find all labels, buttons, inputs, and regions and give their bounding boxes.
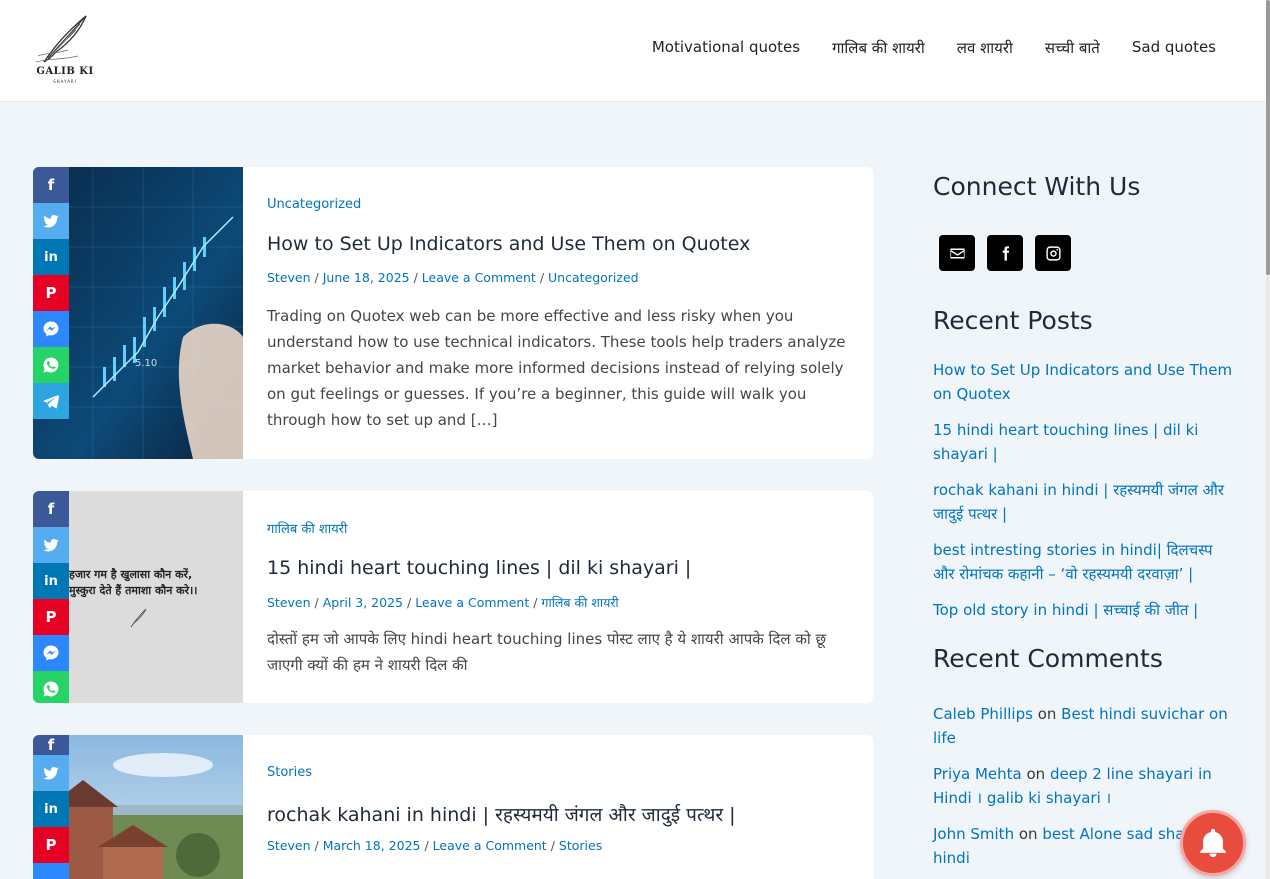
recent-post-link[interactable]: How to Set Up Indicators and Use Them on…: [933, 358, 1238, 406]
post-meta-category[interactable]: Uncategorized: [548, 270, 639, 285]
post-thumbnail[interactable]: f in P: [33, 735, 243, 879]
linkedin-share-icon[interactable]: in: [33, 791, 69, 827]
post-excerpt: Trading on Quotex web can be more effect…: [267, 307, 846, 429]
scrollbar-thumb[interactable]: [1266, 0, 1270, 275]
chart-value-label: 5.10: [135, 358, 157, 369]
post-title[interactable]: How to Set Up Indicators and Use Them on…: [267, 233, 750, 255]
post-date[interactable]: March 18, 2025: [323, 838, 421, 853]
nav-motivational-quotes[interactable]: Motivational quotes: [652, 38, 800, 58]
post-thumbnail[interactable]: हजार गम है खुलासा कौन करें, मुस्कुरा देत…: [33, 491, 243, 703]
post-card: हजार गम है खुलासा कौन करें, मुस्कुरा देत…: [33, 491, 873, 703]
leave-comment-link[interactable]: Leave a Comment: [433, 838, 547, 853]
twitter-share-icon[interactable]: [33, 203, 69, 239]
main-nav: Motivational quotes गालिब की शायरी लव शा…: [652, 38, 1216, 58]
messenger-share-icon[interactable]: [33, 311, 69, 347]
facebook-share-icon[interactable]: f: [33, 491, 69, 527]
logo-text: GALIB KI: [36, 66, 94, 77]
recent-comment: Priya Mehta on deep 2 line shayari in Hi…: [933, 765, 1212, 807]
pinterest-share-icon[interactable]: P: [33, 827, 69, 863]
page-scrollbar[interactable]: [1266, 0, 1270, 879]
post-meta: Steven / April 3, 2025 / Leave a Comment…: [267, 595, 619, 610]
linkedin-share-icon[interactable]: in: [33, 563, 69, 599]
post-author[interactable]: Steven: [267, 595, 311, 610]
share-bar: f in P: [33, 167, 69, 419]
recent-comments-title: Recent Comments: [933, 644, 1163, 673]
post-meta-category[interactable]: Stories: [559, 838, 602, 853]
post-card: f in P Stories rochak kahani in hindi | …: [33, 735, 873, 879]
nav-love-shayari[interactable]: लव शायरी: [957, 38, 1013, 58]
instagram-icon[interactable]: [1035, 235, 1071, 271]
bell-icon: [1200, 828, 1226, 858]
recent-post-link[interactable]: Top old story in hindi | सच्चाई की जीत |: [933, 598, 1238, 622]
facebook-icon[interactable]: [987, 235, 1023, 271]
whatsapp-share-icon[interactable]: [33, 671, 69, 703]
recent-posts-title: Recent Posts: [933, 306, 1093, 335]
nav-galib-ki-shayari[interactable]: गालिब की शायरी: [832, 38, 925, 58]
post-title[interactable]: rochak kahani in hindi | रहस्यमयी जंगल औ…: [267, 801, 736, 827]
leave-comment-link[interactable]: Leave a Comment: [422, 270, 536, 285]
nav-sad-quotes[interactable]: Sad quotes: [1132, 38, 1216, 58]
email-icon[interactable]: [939, 235, 975, 271]
post-meta-category[interactable]: गालिब की शायरी: [541, 595, 618, 610]
notification-bell-button[interactable]: [1180, 810, 1246, 876]
recent-comment: Caleb Phillips on Best hindi suvichar on…: [933, 705, 1228, 747]
facebook-share-icon[interactable]: f: [33, 167, 69, 203]
share-bar: f in P: [33, 735, 69, 879]
pinterest-share-icon[interactable]: P: [33, 275, 69, 311]
recent-post-link[interactable]: best intresting stories in hindi| दिलचस्…: [933, 538, 1238, 586]
messenger-share-icon[interactable]: [33, 635, 69, 671]
comment-author-link[interactable]: Priya Mehta: [933, 765, 1022, 783]
post-date[interactable]: June 18, 2025: [323, 270, 410, 285]
recent-post-link[interactable]: 15 hindi heart touching lines | dil ki s…: [933, 418, 1238, 466]
comment-author-link[interactable]: Caleb Phillips: [933, 705, 1033, 723]
post-excerpt: दोस्तों हम जो आपके लिए hindi heart touch…: [267, 630, 827, 674]
post-author[interactable]: Steven: [267, 838, 311, 853]
connect-title: Connect With Us: [933, 172, 1141, 201]
social-icons: [939, 235, 1071, 271]
post-thumbnail[interactable]: 5.10 f in P: [33, 167, 243, 459]
feather-quill-icon: [130, 608, 147, 628]
recent-post-link[interactable]: rochak kahani in hindi | रहस्यमयी जंगल औ…: [933, 478, 1238, 526]
post-title[interactable]: 15 hindi heart touching lines | dil ki s…: [267, 557, 691, 579]
post-date[interactable]: April 3, 2025: [323, 595, 403, 610]
site-logo[interactable]: GALIB KI SHAYARI: [34, 12, 96, 88]
telegram-share-icon[interactable]: [33, 383, 69, 419]
post-meta: Steven / June 18, 2025 / Leave a Comment…: [267, 270, 639, 285]
pinterest-share-icon[interactable]: P: [33, 599, 69, 635]
thumb-shayari-line-2: मुस्कुरा देते हैं तमाशा कौन करे।।: [69, 584, 198, 597]
twitter-share-icon[interactable]: [33, 755, 69, 791]
feather-quill-icon: [35, 15, 87, 63]
post-author[interactable]: Steven: [267, 270, 311, 285]
linkedin-share-icon[interactable]: in: [33, 239, 69, 275]
thumb-shayari-line-1: हजार गम है खुलासा कौन करें,: [69, 568, 193, 581]
share-bar: f in P: [33, 491, 69, 703]
site-header: GALIB KI SHAYARI Motivational quotes गाल…: [0, 0, 1266, 102]
nav-sacchi-baate[interactable]: सच्ची बाते: [1045, 38, 1100, 58]
post-meta: Steven / March 18, 2025 / Leave a Commen…: [267, 838, 603, 853]
post-category-link[interactable]: Stories: [267, 765, 312, 780]
post-card: 5.10 f in P Uncategorized How to Set Up …: [33, 167, 873, 459]
whatsapp-share-icon[interactable]: [33, 347, 69, 383]
post-category-link[interactable]: Uncategorized: [267, 197, 361, 212]
post-category-link[interactable]: गालिब की शायरी: [267, 519, 347, 537]
leave-comment-link[interactable]: Leave a Comment: [415, 595, 529, 610]
logo-subtext: SHAYARI: [53, 79, 77, 84]
comment-author-link[interactable]: John Smith: [933, 825, 1014, 843]
messenger-share-icon[interactable]: [33, 863, 69, 879]
facebook-share-icon[interactable]: f: [33, 735, 69, 755]
twitter-share-icon[interactable]: [33, 527, 69, 563]
